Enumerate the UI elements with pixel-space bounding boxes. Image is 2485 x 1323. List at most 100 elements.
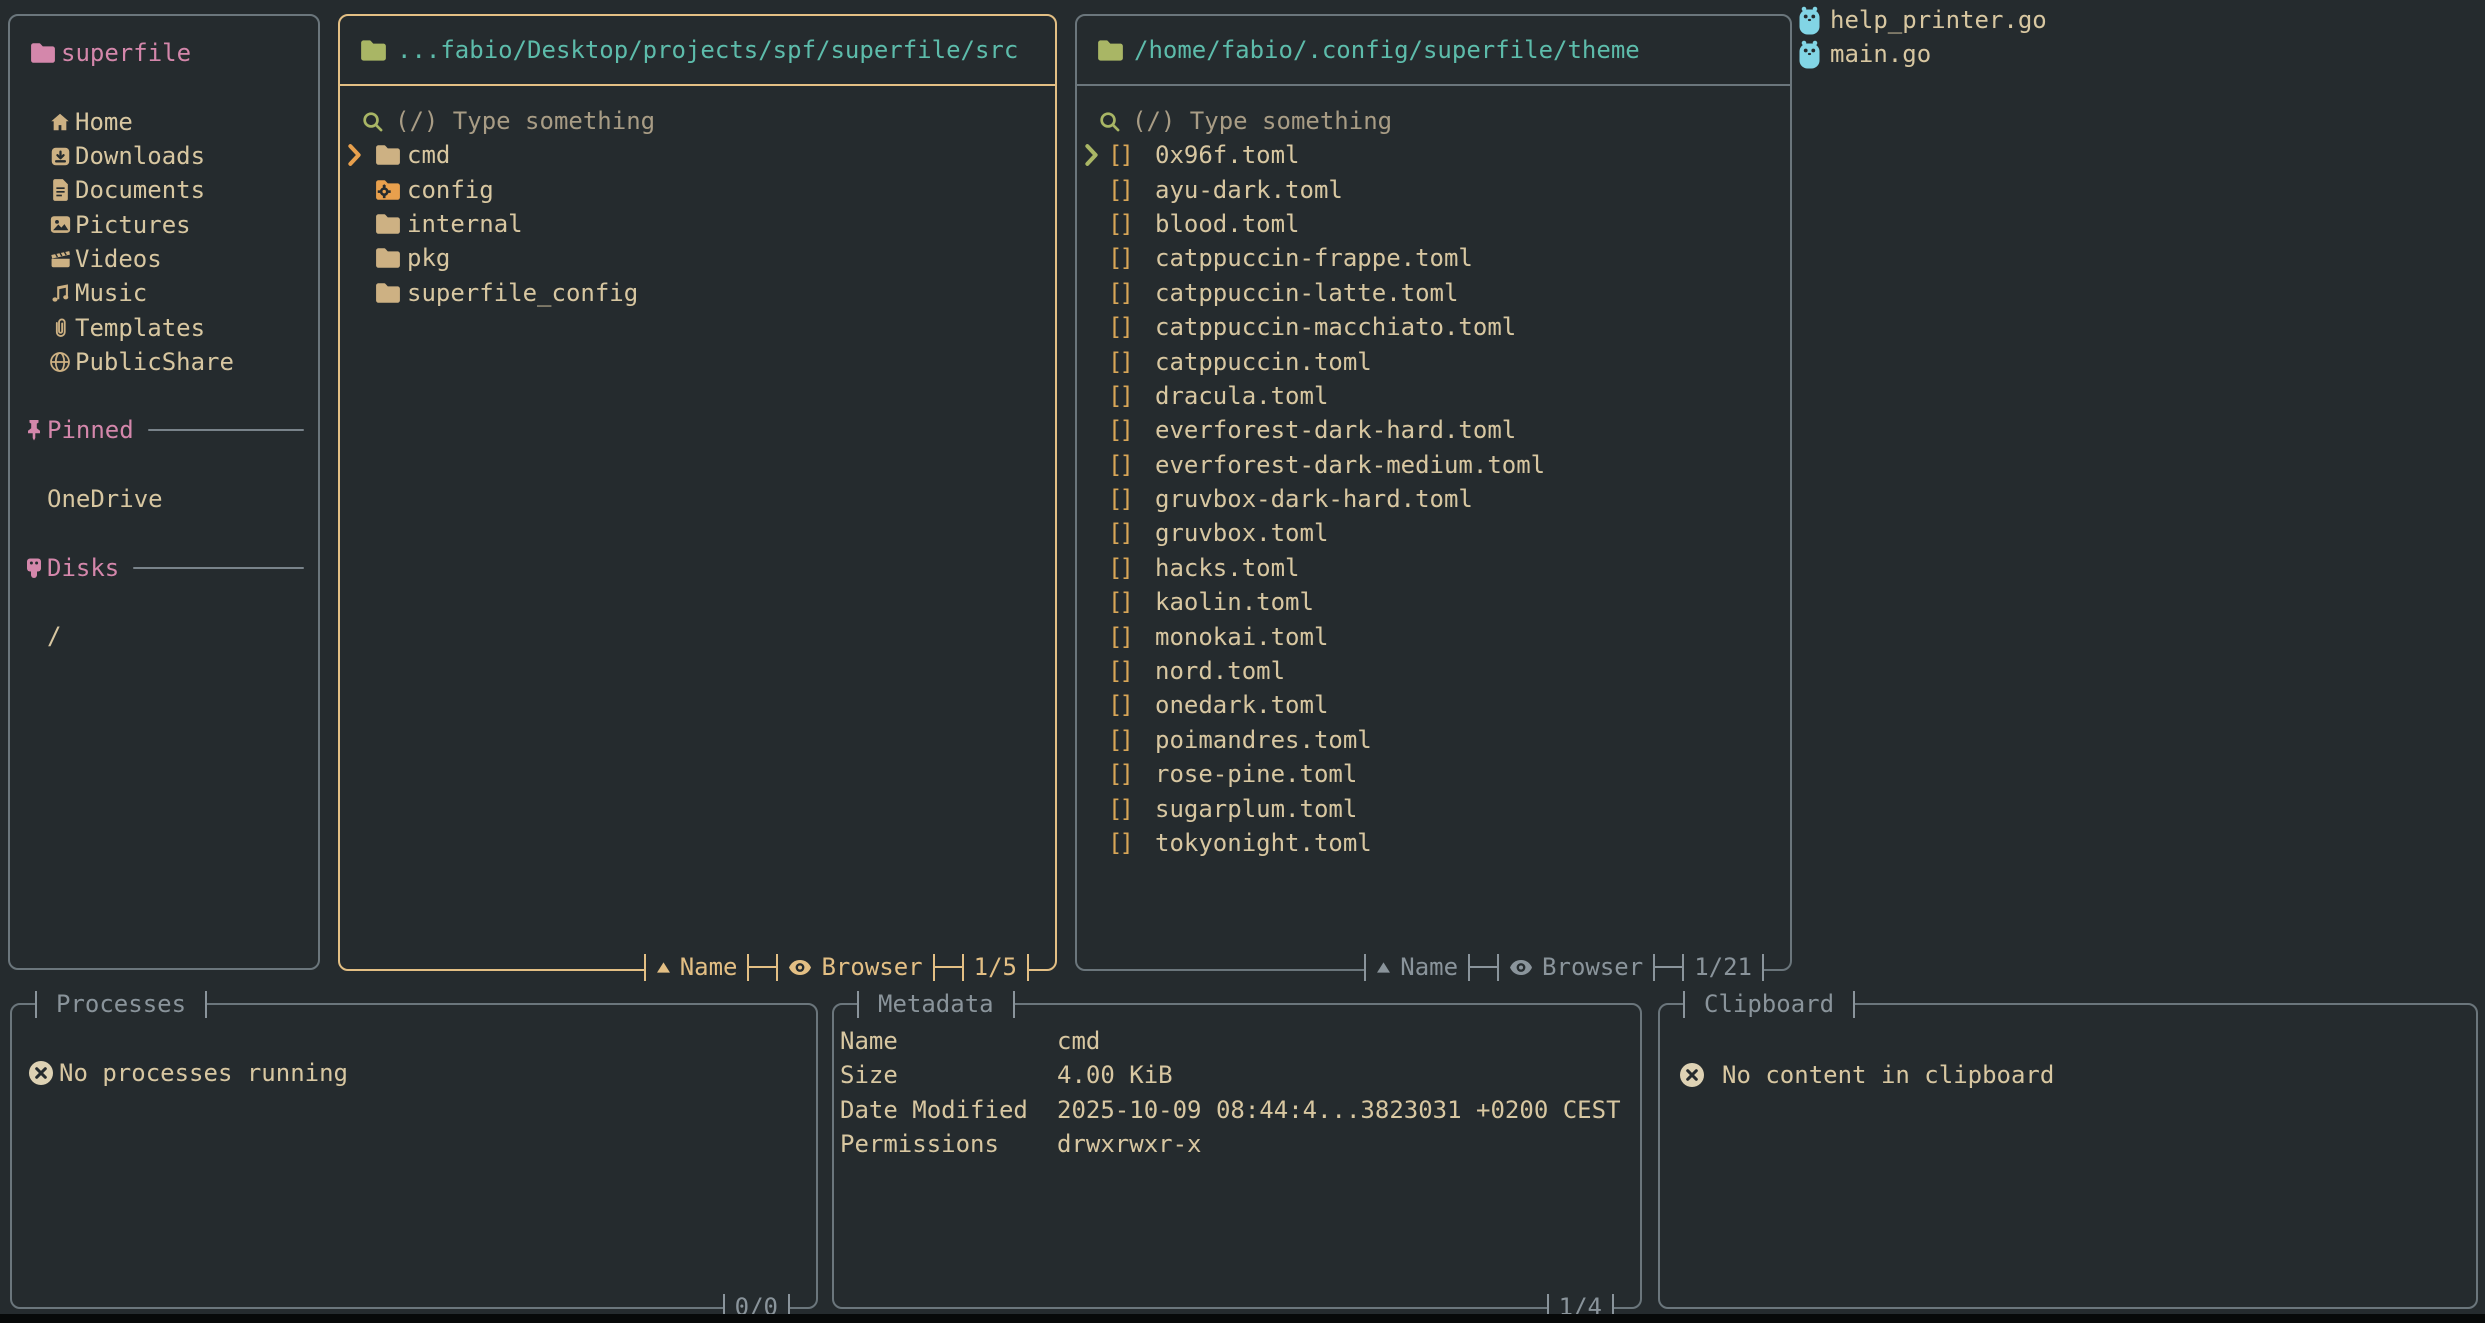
toml-icon: []: [1108, 623, 1134, 651]
metadata-row: Date Modified 2025-10-09 08:44:4...38230…: [840, 1093, 1634, 1127]
panel-footer: Name Browser 1/5: [644, 950, 1029, 984]
sidebar-item-documents[interactable]: Documents: [10, 173, 318, 207]
sort-indicator[interactable]: Name: [1366, 953, 1468, 981]
bottom-strip: [0, 1314, 2485, 1323]
file-counter: 1/5: [964, 953, 1027, 981]
document-icon: [49, 179, 71, 201]
toml-icon: []: [1108, 382, 1134, 410]
file-row[interactable]: [] catppuccin.toml: [1077, 344, 1790, 378]
sort-asc-icon: [1376, 961, 1391, 974]
file-row[interactable]: help_printer.go: [1797, 3, 2047, 37]
file-row[interactable]: [] tokyonight.toml: [1077, 826, 1790, 860]
file-row[interactable]: [] dracula.toml: [1077, 379, 1790, 413]
path-bar[interactable]: ...fabio/Desktop/projects/spf/superfile/…: [340, 16, 1055, 86]
sidebar-item-templates[interactable]: Templates: [10, 310, 318, 344]
processes-panel: Processes No processes running 0/0: [10, 1003, 818, 1309]
file-row[interactable]: [] sugarplum.toml: [1077, 791, 1790, 825]
chevron-right-icon: [347, 142, 362, 168]
file-row[interactable]: [] catppuccin-latte.toml: [1077, 276, 1790, 310]
toml-icon: []: [1108, 416, 1134, 444]
toml-icon: []: [1108, 795, 1134, 823]
circle-x-icon: [28, 1060, 54, 1086]
file-panel-theme: /home/fabio/.config/superfile/theme (/) …: [1075, 14, 1792, 971]
file-row[interactable]: [] gruvbox.toml: [1077, 516, 1790, 550]
file-row[interactable]: [] onedark.toml: [1077, 688, 1790, 722]
app-title: superfile: [61, 39, 191, 67]
metadata-label: Date Modified: [840, 1096, 1057, 1124]
search-placeholder: (/) Type something: [395, 107, 655, 135]
folder-icon: [375, 247, 401, 269]
toml-icon: []: [1108, 279, 1134, 307]
file-row[interactable]: [] 0x96f.toml: [1077, 138, 1790, 172]
sidebar-item-publicshare[interactable]: PublicShare: [10, 345, 318, 379]
file-row[interactable]: [] poimandres.toml: [1077, 723, 1790, 757]
search-placeholder: (/) Type something: [1132, 107, 1392, 135]
file-row[interactable]: [] hacks.toml: [1077, 551, 1790, 585]
metadata-value: cmd: [1057, 1027, 1100, 1055]
go-file-icon: [1797, 40, 1822, 69]
sort-indicator[interactable]: Name: [646, 953, 748, 981]
toml-icon: []: [1108, 141, 1134, 169]
file-row[interactable]: [] everforest-dark-hard.toml: [1077, 413, 1790, 447]
file-row[interactable]: [] everforest-dark-medium.toml: [1077, 448, 1790, 482]
file-row[interactable]: [] catppuccin-frappe.toml: [1077, 241, 1790, 275]
path-bar[interactable]: /home/fabio/.config/superfile/theme: [1077, 16, 1790, 86]
file-row[interactable]: cmd: [340, 138, 1055, 172]
sidebar-item-home[interactable]: Home: [10, 105, 318, 139]
sidebar-item-downloads[interactable]: Downloads: [10, 139, 318, 173]
pinned-section-header: Pinned: [10, 413, 318, 447]
sidebar-item-pictures[interactable]: Pictures: [10, 207, 318, 241]
file-row[interactable]: [] kaolin.toml: [1077, 585, 1790, 619]
sidebar-item-music[interactable]: Music: [10, 276, 318, 310]
preview-file-list: help_printer.go main.go: [1797, 3, 2047, 72]
file-row[interactable]: [] catppuccin-macchiato.toml: [1077, 310, 1790, 344]
file-row[interactable]: pkg: [340, 241, 1055, 275]
panel-title: Processes: [35, 987, 207, 1021]
file-row[interactable]: [] nord.toml: [1077, 654, 1790, 688]
folder-icon: [375, 282, 401, 304]
file-row[interactable]: superfile_config: [340, 276, 1055, 310]
chevron-right-icon: [1084, 142, 1099, 168]
toml-icon: []: [1108, 519, 1134, 547]
file-row[interactable]: internal: [340, 207, 1055, 241]
folder-icon: [375, 144, 401, 166]
metadata-rows: Name cmd Size 4.00 KiB Date Modified 202…: [840, 1024, 1634, 1161]
sidebar-item-onedrive[interactable]: OneDrive: [10, 482, 318, 516]
toml-icon: []: [1108, 244, 1134, 272]
picture-icon: [49, 215, 71, 234]
toml-icon: []: [1108, 210, 1134, 238]
go-file-icon: [1797, 6, 1822, 35]
search-bar[interactable]: (/) Type something: [1099, 104, 1392, 138]
file-row[interactable]: [] gruvbox-dark-hard.toml: [1077, 482, 1790, 516]
metadata-value: drwxrwxr-x: [1057, 1130, 1202, 1158]
search-bar[interactable]: (/) Type something: [362, 104, 655, 138]
globe-icon: [49, 351, 71, 373]
file-row[interactable]: main.go: [1797, 37, 2047, 71]
clipboard-panel: Clipboard No content in clipboard: [1658, 1003, 2478, 1309]
usb-disk-icon: [23, 557, 45, 579]
toml-icon: []: [1108, 657, 1134, 685]
folder-icon: [360, 39, 387, 62]
file-list: cmd config internal pkg superfile_config: [340, 138, 1055, 310]
file-row[interactable]: [] monokai.toml: [1077, 619, 1790, 653]
metadata-panel: Metadata Name cmd Size 4.00 KiB Date Mod…: [832, 1003, 1642, 1309]
panel-title: Clipboard: [1683, 987, 1855, 1021]
file-row[interactable]: [] rose-pine.toml: [1077, 757, 1790, 791]
sidebar-item-root-disk[interactable]: /: [10, 619, 318, 653]
file-counter: 1/21: [1684, 953, 1762, 981]
metadata-value: 2025-10-09 08:44:4...3823031 +0200 CEST: [1057, 1096, 1621, 1124]
folder-gear-icon: [375, 179, 401, 201]
panel-title: Metadata: [857, 987, 1015, 1021]
mode-indicator[interactable]: Browser: [1499, 953, 1653, 981]
search-icon: [362, 111, 383, 132]
video-icon: [49, 249, 71, 268]
file-row[interactable]: [] ayu-dark.toml: [1077, 172, 1790, 206]
metadata-row: Permissions drwxrwxr-x: [840, 1127, 1634, 1161]
mode-indicator[interactable]: Browser: [778, 953, 932, 981]
file-row[interactable]: config: [340, 172, 1055, 206]
disks-section-header: Disks: [10, 550, 318, 584]
file-row[interactable]: [] blood.toml: [1077, 207, 1790, 241]
music-icon: [49, 282, 71, 304]
sidebar-item-videos[interactable]: Videos: [10, 242, 318, 276]
empty-message-row: No processes running: [28, 1056, 348, 1090]
